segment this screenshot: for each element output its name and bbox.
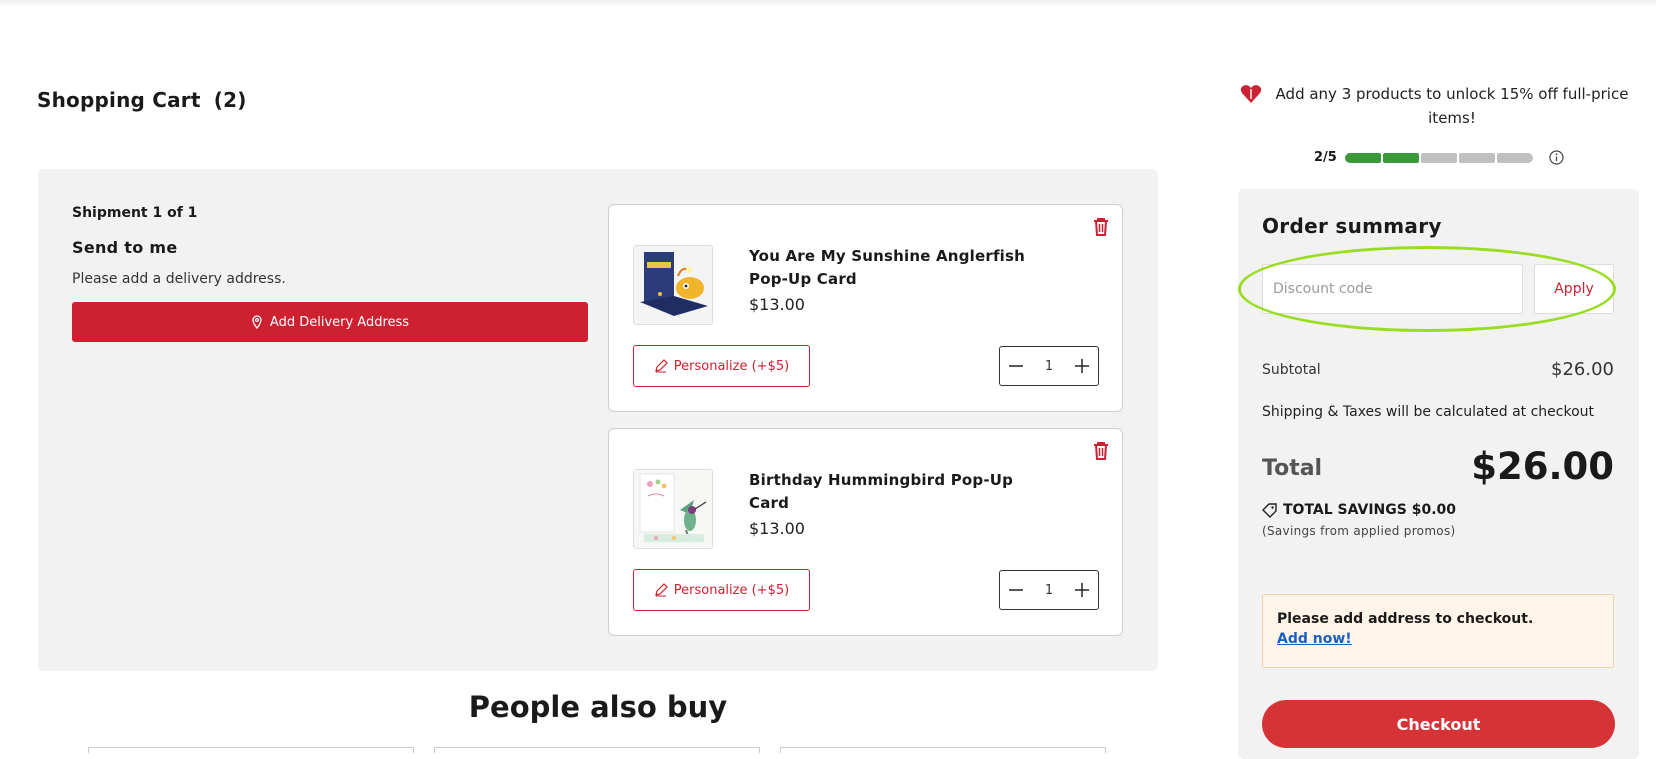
product-price: $13.00: [749, 519, 805, 538]
personalize-label: Personalize (+$5): [673, 582, 790, 598]
quantity-stepper: 1: [999, 570, 1099, 610]
alert-text: Please add address to checkout.: [1277, 611, 1534, 627]
progress-segment: [1420, 152, 1457, 163]
cart-item: Birthday Hummingbird Pop-Up Card $13.00 …: [608, 428, 1123, 636]
product-price: $13.00: [749, 295, 805, 314]
tag-icon: [1262, 502, 1277, 518]
decrease-quantity-button[interactable]: [1000, 571, 1032, 609]
page-title: Shopping Cart (2): [37, 88, 247, 112]
progress-label: 2/5: [1314, 150, 1337, 165]
decrease-quantity-button[interactable]: [1000, 347, 1032, 385]
promo-text: Add any 3 products to unlock 15% off ful…: [1275, 85, 1629, 127]
personalize-button[interactable]: Personalize (+$5): [633, 569, 810, 611]
quantity-value[interactable]: 1: [1032, 583, 1066, 598]
recommendation-card[interactable]: [434, 747, 760, 753]
total-savings: TOTAL SAVINGS $0.00: [1262, 502, 1456, 518]
product-image[interactable]: [633, 245, 713, 325]
address-alert: Please add address to checkout. Add now!: [1262, 594, 1614, 668]
product-name[interactable]: Birthday Hummingbird Pop-Up Card: [749, 469, 1029, 515]
savings-note: (Savings from applied promos): [1262, 524, 1456, 538]
total-value: $26.00: [1471, 445, 1614, 488]
location-pin-icon: [252, 315, 262, 329]
subtotal-value: $26.00: [1551, 359, 1614, 380]
personalize-button[interactable]: Personalize (+$5): [633, 345, 810, 387]
top-shadow: [0, 0, 1656, 6]
cart-item: You Are My Sunshine Anglerfish Pop-Up Ca…: [608, 204, 1123, 412]
increase-quantity-button[interactable]: [1066, 571, 1098, 609]
pen-icon: [654, 583, 668, 597]
recommendation-card[interactable]: [780, 747, 1106, 753]
recommendation-card[interactable]: [88, 747, 414, 753]
trash-icon[interactable]: [1092, 217, 1110, 237]
checkout-button[interactable]: Checkout: [1262, 700, 1615, 748]
order-summary-title: Order summary: [1262, 214, 1442, 238]
info-icon[interactable]: [1549, 150, 1564, 165]
subtotal-label: Subtotal: [1262, 362, 1321, 378]
plus-icon: [1075, 359, 1089, 373]
progress-segment: [1496, 152, 1533, 163]
add-delivery-address-label: Add Delivery Address: [269, 314, 410, 330]
trash-icon[interactable]: [1092, 441, 1110, 461]
shipment-label: Shipment 1 of 1: [72, 205, 198, 221]
cart-count: (2): [213, 88, 247, 112]
product-image[interactable]: [633, 469, 713, 549]
people-also-buy-heading: People also buy: [468, 690, 728, 724]
pen-icon: [654, 359, 668, 373]
add-delivery-address-button[interactable]: Add Delivery Address: [72, 302, 588, 342]
promo-progress: 2/5: [1314, 150, 1564, 165]
personalize-label: Personalize (+$5): [673, 358, 790, 374]
minus-icon: [1009, 589, 1023, 591]
quantity-value[interactable]: 1: [1032, 359, 1066, 374]
progress-segment: [1458, 152, 1495, 163]
promo-message: Add any 3 products to unlock 15% off ful…: [1238, 82, 1638, 130]
add-now-link[interactable]: Add now!: [1277, 631, 1352, 647]
shipping-note: Shipping & Taxes will be calculated at c…: [1262, 404, 1595, 420]
increase-quantity-button[interactable]: [1066, 347, 1098, 385]
progress-bar: [1344, 152, 1533, 163]
cart-title-text: Shopping Cart: [37, 88, 201, 112]
apply-discount-button[interactable]: Apply: [1534, 264, 1614, 314]
product-name[interactable]: You Are My Sunshine Anglerfish Pop-Up Ca…: [749, 245, 1029, 291]
total-savings-label: TOTAL SAVINGS $0.00: [1283, 502, 1457, 518]
quantity-stepper: 1: [999, 346, 1099, 386]
address-note: Please add a delivery address.: [72, 271, 286, 287]
send-to-me-heading: Send to me: [72, 238, 178, 257]
progress-segment: [1382, 152, 1419, 163]
plus-icon: [1075, 583, 1089, 597]
total-label: Total: [1262, 456, 1323, 481]
minus-icon: [1009, 365, 1023, 367]
discount-code-input[interactable]: [1262, 264, 1523, 314]
progress-segment: [1344, 152, 1381, 163]
